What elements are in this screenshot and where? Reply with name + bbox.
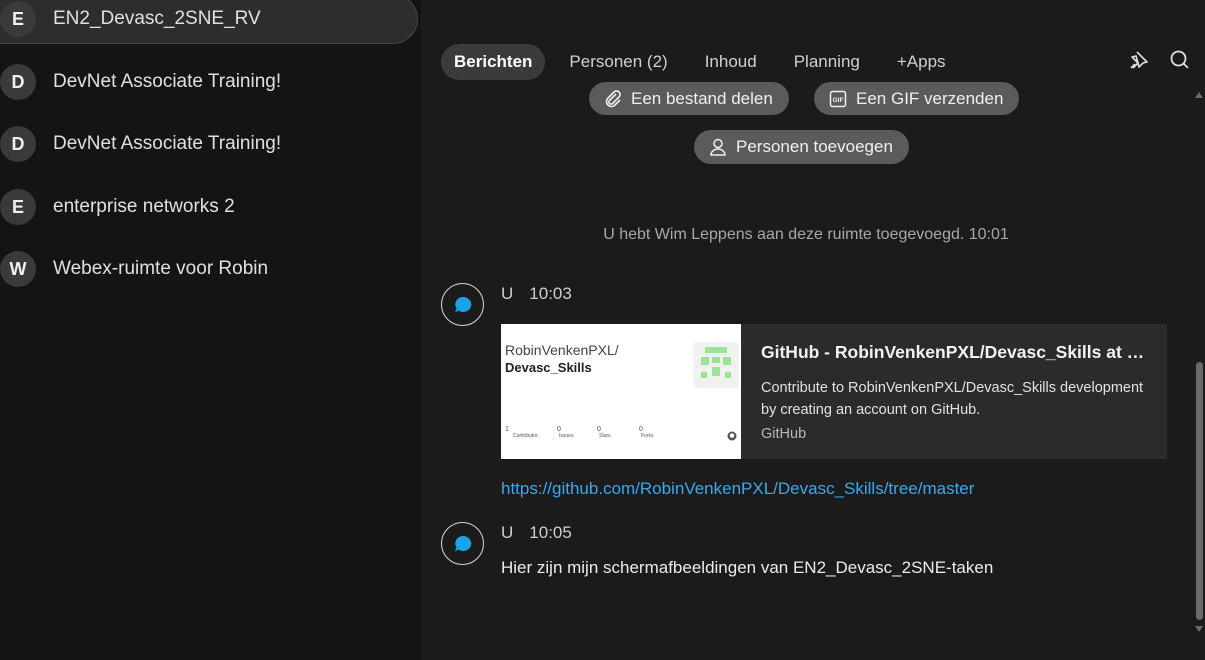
share-file-button[interactable]: Een bestand delen bbox=[589, 82, 789, 115]
message-time: 10:03 bbox=[529, 284, 572, 303]
message-meta: U 10:03 bbox=[501, 284, 572, 304]
scroll-up-arrow-icon[interactable] bbox=[1195, 92, 1203, 98]
add-people-label: Personen toevoegen bbox=[736, 137, 893, 156]
space-avatar: E bbox=[0, 189, 36, 225]
send-gif-button[interactable]: GIF Een GIF verzenden bbox=[814, 82, 1020, 115]
space-item-enterprise-networks[interactable]: E enterprise networks 2 bbox=[0, 182, 418, 232]
scroll-down-arrow-icon[interactable] bbox=[1195, 626, 1203, 632]
stat-label: Contributor bbox=[513, 433, 538, 439]
link-preview-body: GitHub - RobinVenkenPXL/Devasc_Skills at… bbox=[741, 324, 1167, 459]
thumb-stat: 0 Stars bbox=[589, 426, 633, 439]
space-content: Berichten Personen (2) Inhoud Planning +… bbox=[421, 0, 1205, 660]
link-preview-description: Contribute to RobinVenkenPXL/Devasc_Skil… bbox=[761, 380, 1144, 418]
thumb-owner: RobinVenkenPXL/ bbox=[505, 342, 619, 358]
link-preview-thumbnail: RobinVenkenPXL/ Devasc_Skills 1 Contribu… bbox=[501, 324, 741, 459]
message-author: U bbox=[501, 284, 514, 303]
chat-bubble-icon bbox=[454, 296, 471, 312]
thumb-repo: Devasc_Skills bbox=[505, 360, 592, 375]
space-item-devnet-2[interactable]: D DevNet Associate Training! bbox=[0, 119, 418, 169]
space-item-webex-robin[interactable]: W Webex-ruimte voor Robin bbox=[0, 244, 418, 294]
repo-identicon bbox=[693, 342, 739, 388]
link-preview-site: GitHub bbox=[761, 426, 807, 442]
pin-icon[interactable] bbox=[1127, 48, 1151, 72]
stat-count: 0 bbox=[639, 426, 643, 433]
github-icon bbox=[727, 428, 737, 446]
tab-inhoud[interactable]: Inhoud bbox=[692, 44, 770, 80]
thumb-stat: 0 Issues bbox=[551, 426, 589, 439]
svg-text:GIF: GIF bbox=[833, 97, 844, 104]
stat-count: 1 bbox=[505, 426, 509, 433]
space-item-en2-devasc[interactable]: E EN2_Devasc_2SNE_RV bbox=[0, 0, 418, 44]
link-preview-card[interactable]: RobinVenkenPXL/ Devasc_Skills 1 Contribu… bbox=[501, 324, 1167, 459]
add-people-button[interactable]: Personen toevoegen bbox=[694, 130, 909, 164]
space-tabs: Berichten Personen (2) Inhoud Planning +… bbox=[441, 44, 970, 80]
user-avatar[interactable] bbox=[441, 283, 484, 326]
tab-berichten[interactable]: Berichten bbox=[441, 44, 546, 80]
stat-label: Forks bbox=[641, 433, 654, 439]
user-avatar[interactable] bbox=[441, 522, 484, 565]
message-link[interactable]: https://github.com/RobinVenkenPXL/Devasc… bbox=[501, 479, 974, 499]
space-name: DevNet Associate Training! bbox=[53, 71, 282, 92]
spaces-sidebar: E EN2_Devasc_2SNE_RV D DevNet Associate … bbox=[0, 0, 421, 660]
space-avatar: W bbox=[0, 251, 36, 287]
space-avatar: D bbox=[0, 64, 36, 100]
space-name: EN2_Devasc_2SNE_RV bbox=[53, 8, 261, 29]
space-avatar: E bbox=[0, 1, 36, 37]
send-gif-label: Een GIF verzenden bbox=[856, 88, 1004, 108]
system-message: U hebt Wim Leppens aan deze ruimte toege… bbox=[603, 226, 1009, 243]
space-name: Webex-ruimte voor Robin bbox=[53, 258, 269, 279]
stat-count: 0 bbox=[597, 426, 601, 433]
gif-icon: GIF bbox=[829, 90, 847, 107]
space-name: enterprise networks 2 bbox=[53, 196, 235, 217]
stat-label: Stars bbox=[599, 433, 611, 439]
message-author: U bbox=[501, 523, 514, 542]
scrollbar-thumb[interactable] bbox=[1196, 362, 1203, 620]
paperclip-icon bbox=[605, 89, 621, 107]
message-scrollbar[interactable] bbox=[1192, 90, 1204, 660]
stat-count: 0 bbox=[557, 426, 561, 433]
thumb-stat: 0 Forks bbox=[633, 426, 673, 439]
tab-personen[interactable]: Personen (2) bbox=[556, 44, 680, 80]
link-preview-title[interactable]: GitHub - RobinVenkenPXL/Devasc_Skills at… bbox=[761, 342, 1147, 363]
message-time: 10:05 bbox=[529, 523, 572, 542]
person-icon bbox=[710, 138, 726, 156]
message-meta: U 10:05 bbox=[501, 523, 572, 543]
search-icon[interactable] bbox=[1168, 48, 1192, 72]
chat-bubble-icon bbox=[454, 535, 471, 551]
message-text: Hier zijn mijn schermafbeeldingen van EN… bbox=[501, 558, 994, 577]
tab-apps[interactable]: +Apps bbox=[884, 44, 959, 80]
stat-label: Issues bbox=[559, 433, 574, 439]
space-item-devnet-1[interactable]: D DevNet Associate Training! bbox=[0, 57, 418, 107]
tab-planning[interactable]: Planning bbox=[781, 44, 873, 80]
thumb-stat: 1 Contributor bbox=[505, 426, 551, 439]
space-name: DevNet Associate Training! bbox=[53, 133, 282, 154]
share-file-label: Een bestand delen bbox=[631, 88, 773, 108]
thumb-stats: 1 Contributor 0 Issues 0 Stars 0 Forks bbox=[505, 426, 673, 439]
space-avatar: D bbox=[0, 126, 36, 162]
